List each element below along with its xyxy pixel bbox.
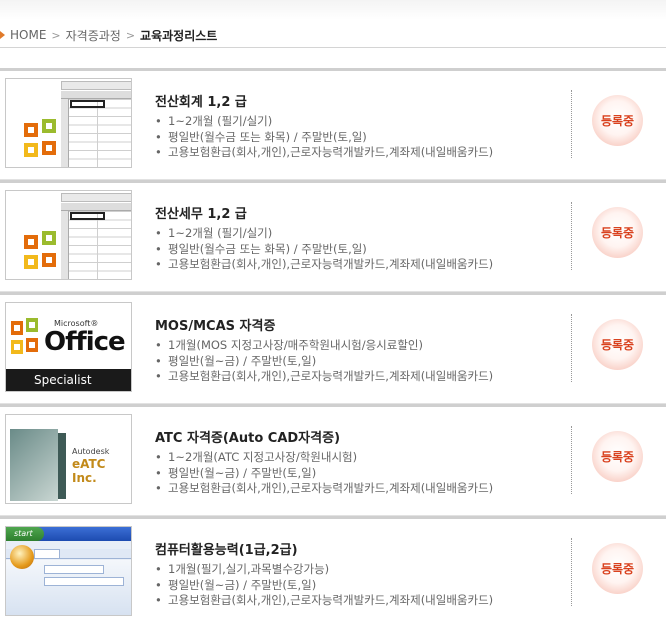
course-thumbnail-autocad[interactable]: Autodesk eATC Inc. [5, 414, 132, 504]
course-info: 전산세무 1,2 급 • 1~2개월 (필기/실기) • 평일반(월수금 또는 화목… [155, 203, 565, 273]
breadcrumb-home-link[interactable]: HOME [10, 28, 46, 42]
format-field [44, 577, 124, 586]
registration-status-badge[interactable]: 등록중 [592, 207, 643, 258]
course-divider [0, 404, 666, 407]
course-detail-funding: • 고용보험환급(회사,개인),근로자능력개발카드,계좌제(내일배움카드) [155, 481, 494, 495]
spreadsheet-icon [6, 79, 131, 167]
breadcrumb-current-page: 교육과정리스트 [140, 28, 218, 43]
course-thumbnail-spreadsheet[interactable] [5, 190, 132, 280]
breadcrumb-bullet-icon [0, 31, 5, 39]
registration-status-badge[interactable]: 등록중 [592, 543, 643, 594]
breadcrumb: HOME > 자격증과정 > 교육과정리스트 [0, 26, 217, 44]
office-logo-icon [24, 231, 56, 269]
breadcrumb-separator: > [125, 28, 136, 42]
start-button: start [6, 527, 44, 541]
course-detail-duration: • 1개월(MOS 지정고사장/매주학원내시험/응시료할인) [155, 338, 423, 352]
course-list: 전산회계 1,2 급 • 1~2개월 (필기/실기) • 평일반(월수금 또는 화목… [0, 68, 666, 622]
eatc-brand-text: eATC Inc. [72, 457, 106, 485]
course-item: Autodesk eATC Inc. ATC 자격증(Auto CAD자격증) … [0, 404, 666, 516]
registration-status-badge[interactable]: 등록중 [592, 319, 643, 370]
office-specialist-logo: Microsoft® Office [6, 303, 131, 371]
autodesk-text: Autodesk [72, 447, 110, 456]
office-text: Office [44, 327, 126, 357]
top-decorative-band [0, 0, 666, 20]
office-orb-icon [10, 545, 34, 569]
course-detail-schedule: • 평일반(월~금) / 주말반(토,일) [155, 353, 317, 368]
autocad-box-side [58, 433, 66, 499]
course-title[interactable]: ATC 자격증(Auto CAD자격증) [155, 427, 565, 446]
spreadsheet-icon [6, 191, 131, 279]
specialist-text: Specialist [6, 369, 131, 391]
windows-word-screenshot: start [6, 527, 131, 615]
course-detail-funding: • 고용보험환급(회사,개인),근로자능력개발카드,계좌제(내일배움카드) [155, 593, 494, 607]
course-detail-duration: • 1~2개월 (필기/실기) [155, 114, 273, 128]
course-info: MOS/MCAS 자격증 • 1개월(MOS 지정고사장/매주학원내시험/응시료할… [155, 315, 565, 385]
course-title[interactable]: 전산세무 1,2 급 [155, 203, 565, 222]
course-detail-duration: • 1~2개월(ATC 지정고사장/학원내시험) [155, 450, 358, 464]
office-logo-icon [24, 119, 56, 157]
course-item: Microsoft® Office Specialist MOS/MCAS 자격… [0, 292, 666, 404]
course-thumbnail-spreadsheet[interactable] [5, 78, 132, 168]
course-detail-funding: • 고용보험환급(회사,개인),근로자능력개발카드,계좌제(내일배움카드) [155, 257, 494, 271]
course-item: 전산회계 1,2 급 • 1~2개월 (필기/실기) • 평일반(월수금 또는 화목… [0, 68, 666, 180]
course-title[interactable]: 전산회계 1,2 급 [155, 91, 565, 110]
course-title[interactable]: MOS/MCAS 자격증 [155, 315, 565, 334]
course-info: 컴퓨터활용능력(1급,2급) • 1개월(필기,실기,과목별수강가능) • 평일반(… [155, 539, 565, 609]
course-thumbnail-windows-word[interactable]: start [5, 526, 132, 616]
dotted-divider [571, 426, 572, 494]
office-logo-icon [11, 318, 38, 354]
course-detail-duration: • 1개월(필기,실기,과목별수강가능) [155, 562, 330, 576]
course-thumbnail-office-specialist[interactable]: Microsoft® Office Specialist [5, 302, 132, 392]
course-divider [0, 516, 666, 519]
course-detail-schedule: • 평일반(월~금) / 주말반(토,일) [155, 577, 317, 592]
course-info: 전산회계 1,2 급 • 1~2개월 (필기/실기) • 평일반(월수금 또는 화목… [155, 91, 565, 161]
course-detail-schedule: • 평일반(월수금 또는 화목) / 주말반(토,일) [155, 129, 367, 144]
header-divider [0, 47, 666, 48]
course-divider [0, 68, 666, 71]
course-detail-duration: • 1~2개월 (필기/실기) [155, 226, 273, 240]
dotted-divider [571, 90, 572, 158]
course-title[interactable]: 컴퓨터활용능력(1급,2급) [155, 539, 565, 558]
autocad-box-icon [10, 429, 58, 501]
dotted-divider [571, 538, 572, 606]
course-detail-schedule: • 평일반(월수금 또는 화목) / 주말반(토,일) [155, 241, 367, 256]
course-info: ATC 자격증(Auto CAD자격증) • 1~2개월(ATC 지정고사장/학원… [155, 427, 565, 497]
course-divider [0, 292, 666, 295]
course-detail-schedule: • 평일반(월~금) / 주말반(토,일) [155, 465, 317, 480]
breadcrumb-certification-link[interactable]: 자격증과정 [66, 27, 121, 44]
course-divider [0, 180, 666, 183]
font-field [44, 565, 104, 574]
ribbon-active-tab [34, 549, 60, 559]
registration-status-badge[interactable]: 등록중 [592, 431, 643, 482]
course-detail-funding: • 고용보험환급(회사,개인),근로자능력개발카드,계좌제(내일배움카드) [155, 369, 494, 383]
breadcrumb-separator: > [51, 28, 61, 42]
course-item: start 컴퓨터활용능력(1급,2급) • 1개월(필기,실기,과목별수강가능)… [0, 516, 666, 622]
course-detail-funding: • 고용보험환급(회사,개인),근로자능력개발카드,계좌제(내일배움카드) [155, 145, 494, 159]
course-item: 전산세무 1,2 급 • 1~2개월 (필기/실기) • 평일반(월수금 또는 화목… [0, 180, 666, 292]
dotted-divider [571, 314, 572, 382]
dotted-divider [571, 202, 572, 270]
registration-status-badge[interactable]: 등록중 [592, 95, 643, 146]
